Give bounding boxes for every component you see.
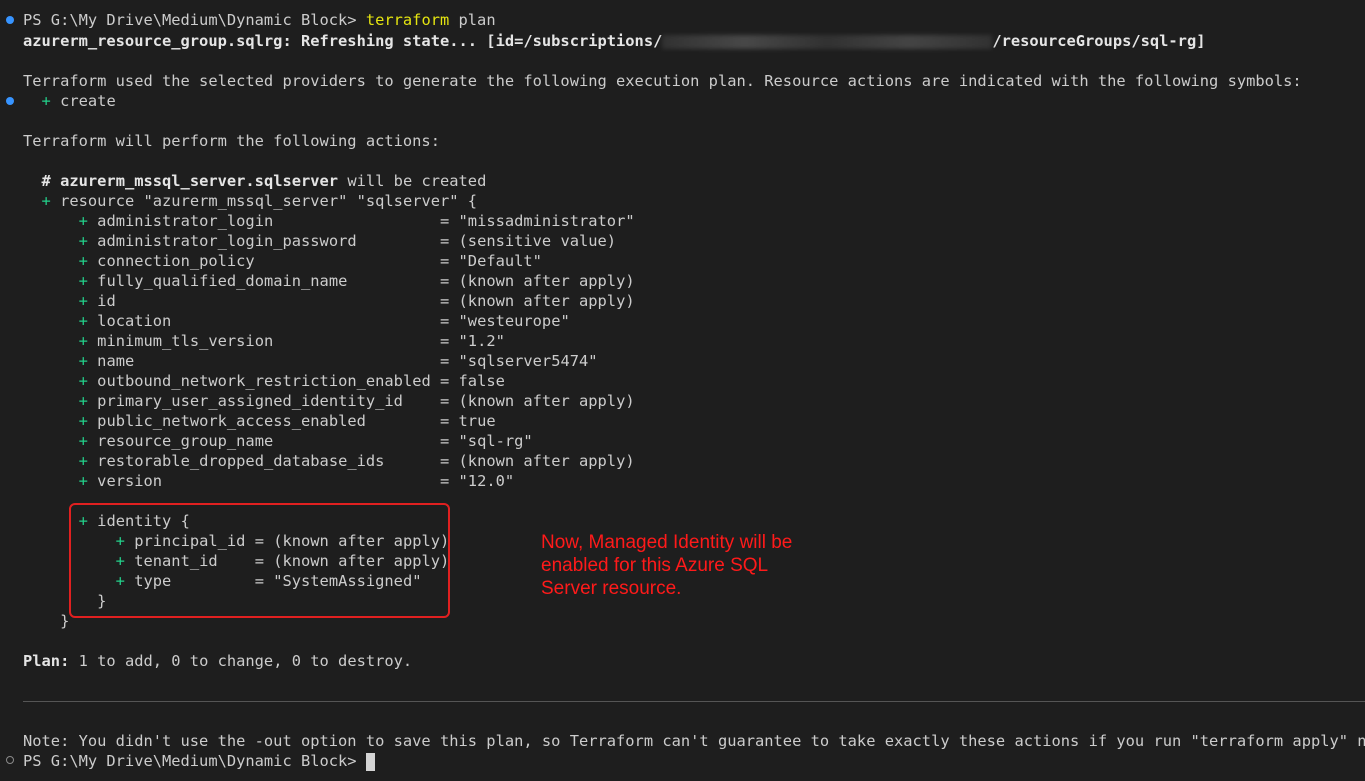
- perform-line: Terraform will perform the following act…: [23, 132, 440, 150]
- attribute-line: + fully_qualified_domain_name = (known a…: [23, 271, 635, 291]
- plan-summary-line: Plan: 1 to add, 0 to change, 0 to destro…: [23, 651, 412, 671]
- attribute-line: + location = "westeurope": [23, 311, 570, 331]
- resource-comment-hash: #: [41, 172, 61, 190]
- prompt-status-circle-icon[interactable]: [6, 756, 14, 764]
- attribute-line: + restorable_dropped_database_ids = (kno…: [23, 451, 635, 471]
- attribute-line: + resource_group_name = "sql-rg": [23, 431, 533, 451]
- output-divider: [23, 701, 1365, 702]
- resource-address: azurerm_mssql_server.sqlserver: [60, 172, 339, 190]
- symbol-create-label: create: [60, 92, 116, 110]
- attribute-text: resource_group_name = "sql-rg": [97, 432, 533, 450]
- plus-icon: +: [78, 352, 88, 370]
- command-status-dot-icon[interactable]: [6, 16, 14, 24]
- refresh-right: /resourceGroups/sql-rg]: [992, 32, 1206, 50]
- plus-icon: +: [78, 412, 88, 430]
- plus-icon: +: [78, 232, 88, 250]
- attribute-line: + version = "12.0": [23, 471, 515, 491]
- attribute-text: version = "12.0": [97, 472, 515, 490]
- attribute-text: administrator_login_password = (sensitiv…: [97, 232, 617, 250]
- terminal-panel[interactable]: PS G:\My Drive\Medium\Dynamic Block> ter…: [0, 0, 1365, 781]
- attribute-text: public_network_access_enabled = true: [97, 412, 496, 430]
- attribute-text: administrator_login = "missadministrator…: [97, 212, 635, 230]
- attribute-line: + administrator_login = "missadministrat…: [23, 211, 635, 231]
- plan-label: Plan:: [23, 652, 70, 670]
- attribute-line: + administrator_login_password = (sensit…: [23, 231, 616, 251]
- final-prompt-path: PS G:\My Drive\Medium\Dynamic Block>: [23, 752, 366, 770]
- attribute-text: primary_user_assigned_identity_id = (kno…: [97, 392, 635, 410]
- resource-open: resource "azurerm_mssql_server" "sqlserv…: [60, 192, 478, 210]
- cursor: [365, 752, 375, 771]
- attribute-text: restorable_dropped_database_ids = (known…: [97, 452, 635, 470]
- attribute-text: connection_policy = "Default": [97, 252, 542, 270]
- attribute-line: + outbound_network_restriction_enabled =…: [23, 371, 505, 391]
- intro-line: Terraform used the selected providers to…: [23, 72, 1302, 90]
- attribute-line: + primary_user_assigned_identity_id = (k…: [23, 391, 635, 411]
- attribute-text: outbound_network_restriction_enabled = f…: [97, 372, 505, 390]
- attribute-text: fully_qualified_domain_name = (known aft…: [97, 272, 635, 290]
- refresh-left: azurerm_resource_group.sqlrg: Refreshing…: [23, 32, 663, 50]
- plus-icon: +: [78, 452, 88, 470]
- plus-icon: +: [78, 372, 88, 390]
- symbol-create-line: + create: [23, 91, 116, 111]
- annotation-text: Now, Managed Identity will be enabled fo…: [541, 532, 793, 599]
- attribute-text: name = "sqlserver5474": [97, 352, 598, 370]
- plus-icon: +: [78, 472, 88, 490]
- prompt-args: plan: [449, 11, 496, 29]
- attribute-line: + minimum_tls_version = "1.2": [23, 331, 505, 351]
- plus-icon: +: [78, 432, 88, 450]
- prompt-line: PS G:\My Drive\Medium\Dynamic Block> ter…: [23, 10, 496, 30]
- attribute-line: + id = (known after apply): [23, 291, 635, 311]
- identity-highlight-box: [69, 503, 450, 618]
- plus-icon: +: [78, 212, 88, 230]
- plus-icon: +: [41, 192, 51, 210]
- prompt-command: terraform: [365, 11, 450, 29]
- plus-icon: +: [78, 392, 88, 410]
- plus-icon: +: [78, 272, 88, 290]
- resource-comment-suffix: will be created: [338, 172, 487, 190]
- plus-icon: +: [78, 332, 88, 350]
- attribute-line: + name = "sqlserver5474": [23, 351, 598, 371]
- plus-icon: +: [41, 92, 51, 110]
- attribute-line: + connection_policy = "Default": [23, 251, 542, 271]
- final-prompt-line[interactable]: PS G:\My Drive\Medium\Dynamic Block>: [23, 751, 375, 771]
- resource-close: }: [60, 612, 70, 630]
- refresh-line: azurerm_resource_group.sqlrg: Refreshing…: [23, 31, 1205, 51]
- prompt-path: PS G:\My Drive\Medium\Dynamic Block>: [23, 11, 366, 29]
- note-line: Note: You didn't use the -out option to …: [23, 732, 1365, 750]
- plus-icon: +: [78, 292, 88, 310]
- redacted-subscription-id: [662, 34, 993, 49]
- resource-close-line: }: [23, 611, 69, 631]
- plus-icon: +: [78, 312, 88, 330]
- plan-summary: 1 to add, 0 to change, 0 to destroy.: [69, 652, 413, 670]
- attribute-line: + public_network_access_enabled = true: [23, 411, 496, 431]
- attribute-text: id = (known after apply): [97, 292, 635, 310]
- plus-icon: +: [78, 252, 88, 270]
- resource-open-line: + resource "azurerm_mssql_server" "sqlse…: [23, 191, 478, 211]
- resource-comment: # azurerm_mssql_server.sqlserver will be…: [23, 171, 487, 191]
- symbol-status-dot-icon[interactable]: [6, 97, 14, 105]
- attribute-text: minimum_tls_version = "1.2": [97, 332, 505, 350]
- attribute-text: location = "westeurope": [97, 312, 570, 330]
